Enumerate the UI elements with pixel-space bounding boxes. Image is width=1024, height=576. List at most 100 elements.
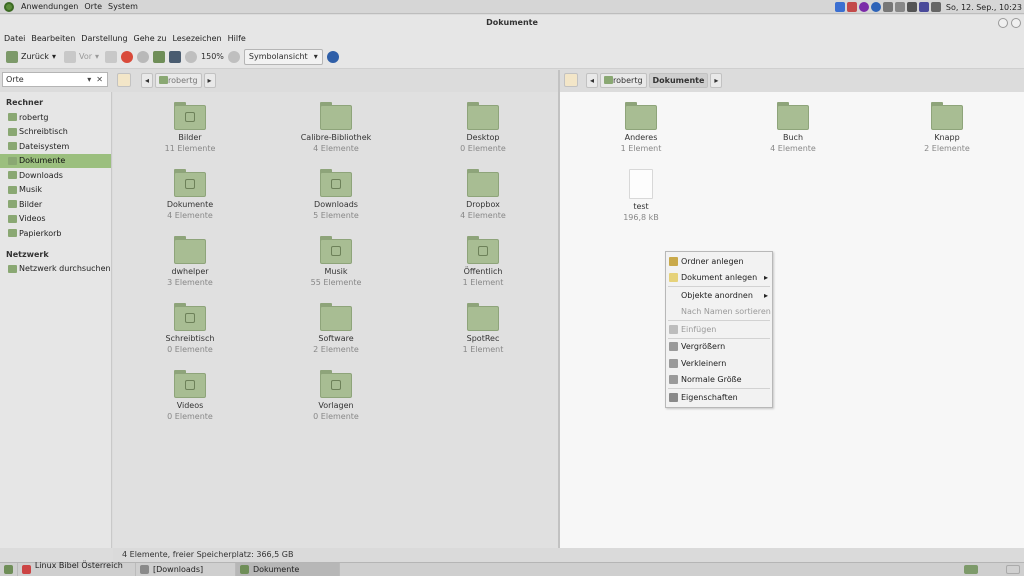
reload-icon[interactable] (137, 50, 150, 63)
chevron-down-icon[interactable]: ▾ (95, 52, 99, 61)
taskbar-button-downloads[interactable]: [Downloads] (136, 563, 236, 576)
network-icon[interactable] (918, 2, 929, 12)
file-item-schreibtisch[interactable]: Schreibtisch 0 Elemente (135, 303, 245, 354)
menu-item-dokument-anlegen[interactable]: Dokument anlegen ▸ (666, 270, 772, 287)
sidebar-item-robertg[interactable]: robertg (0, 110, 111, 125)
sidebar-item-dateisystem[interactable]: Dateisystem (0, 139, 111, 154)
file-item-name: Öffentlich (463, 267, 503, 276)
file-item-bilder[interactable]: Bilder 11 Elemente (135, 102, 245, 153)
app-tray-icon[interactable] (858, 2, 869, 12)
sidebar-type-select[interactable]: Orte ▾ ✕ (2, 72, 108, 87)
volume-icon[interactable] (930, 2, 941, 12)
sidebar-item-dokumente[interactable]: Dokumente (0, 153, 111, 168)
file-item-dwhelper[interactable]: dwhelper 3 Elemente (135, 236, 245, 287)
mint-logo-icon[interactable] (4, 1, 14, 12)
window-icon (140, 565, 149, 574)
computer-icon[interactable] (169, 50, 182, 63)
battery-icon[interactable] (906, 2, 917, 12)
close-icon[interactable]: ✕ (96, 75, 103, 84)
panel-menu-system[interactable]: System (105, 2, 141, 11)
file-item-dokumente[interactable]: Dokumente 4 Elemente (135, 169, 245, 220)
menu-bookmarks[interactable]: Lesezeichen (170, 34, 225, 43)
sidebar-item-papierkorb[interactable]: Papierkorb (0, 226, 111, 241)
clock[interactable]: So, 12. Sep., 10:23 (946, 3, 1022, 12)
sidebar-item-netzwerk-durchsuchen[interactable]: Netzwerk durchsuchen (0, 262, 111, 277)
file-item-vorlagen[interactable]: Vorlagen 0 Elemente (281, 370, 391, 421)
menu-item-vergrößern[interactable]: Vergrößern (666, 339, 772, 356)
search-icon[interactable] (326, 50, 339, 63)
hp-icon[interactable] (870, 2, 881, 12)
forward-button[interactable]: Vor ▾ (62, 48, 101, 66)
menu-item-normale-größe[interactable]: Normale Größe (666, 372, 772, 389)
home-icon[interactable] (153, 50, 166, 63)
update-icon[interactable] (846, 2, 857, 12)
path-button-robertg[interactable]: robertg (600, 72, 647, 88)
path-scroll-left-icon[interactable]: ◂ (141, 72, 154, 88)
chevron-down-icon[interactable]: ▾ (52, 52, 56, 61)
file-item-software[interactable]: Software 2 Elemente (281, 303, 391, 354)
file-item-musik[interactable]: Musik 55 Elemente (281, 236, 391, 287)
panel-menu-places[interactable]: Orte (81, 2, 105, 11)
workspace-switcher-icon[interactable] (964, 565, 978, 574)
path-scroll-left-icon[interactable]: ◂ (586, 72, 599, 88)
right-file-pane[interactable]: Anderes 1 Element Buch 4 Elemente Knapp 2 Ele… (560, 92, 1024, 548)
file-item-desktop[interactable]: Desktop 0 Elemente (428, 102, 538, 153)
panel-menu-applications[interactable]: Anwendungen (18, 2, 81, 11)
lock-icon[interactable] (882, 2, 893, 12)
path-button-dokumente[interactable]: Dokumente (648, 72, 709, 88)
file-item-test[interactable]: test 196,8 kB (586, 169, 696, 222)
taskbar-button-linux-bibel-österreich[interactable]: Linux Bibel Österreich ... (18, 561, 136, 576)
file-item-name: Schreibtisch (165, 334, 215, 343)
menu-item-label: Eigenschaften (681, 392, 738, 402)
bluetooth-icon[interactable] (834, 2, 845, 12)
menu-item-eigenschaften[interactable]: Eigenschaften (666, 389, 772, 406)
folder-icon (8, 171, 17, 180)
file-item-spotrec[interactable]: SpotRec 1 Element (428, 303, 538, 354)
file-item-videos[interactable]: Videos 0 Elemente (135, 370, 245, 421)
window-titlebar[interactable]: Dokumente (0, 15, 1024, 31)
menu-item-objekte-anordnen[interactable]: Objekte anordnen ▸ (666, 287, 772, 304)
left-file-pane[interactable]: Bilder 11 Elemente Calibre-Bibliothek 4 Ele… (113, 92, 558, 548)
edit-location-icon[interactable] (117, 73, 131, 87)
path-scroll-right-icon[interactable]: ▸ (710, 72, 723, 88)
menu-file[interactable]: Datei (2, 34, 29, 43)
menu-view[interactable]: Darstellung (79, 34, 131, 43)
file-item-öffentlich[interactable]: Öffentlich 1 Element (428, 236, 538, 287)
file-item-anderes[interactable]: Anderes 1 Element (586, 102, 696, 153)
up-icon[interactable] (105, 50, 118, 63)
path-button-robertg[interactable]: robertg (155, 72, 202, 88)
view-mode-select[interactable]: Symbolansicht ▾ (243, 48, 323, 65)
show-desktop-button[interactable] (0, 563, 18, 576)
file-item-knapp[interactable]: Knapp 2 Elemente (892, 102, 1002, 153)
zoom-in-icon[interactable] (227, 50, 240, 63)
stop-icon[interactable] (121, 50, 134, 63)
back-label: Zurück (21, 52, 49, 61)
file-item-calibre-bibliothek[interactable]: Calibre-Bibliothek 4 Elemente (281, 102, 391, 153)
sidebar-item-schreibtisch[interactable]: Schreibtisch (0, 125, 111, 140)
chevron-down-icon[interactable]: ▾ (87, 75, 91, 84)
menu-edit[interactable]: Bearbeiten (29, 34, 79, 43)
taskbar-button-dokumente[interactable]: Dokumente (236, 563, 340, 576)
sidebar-item-videos[interactable]: Videos (0, 212, 111, 227)
sidebar-item-musik[interactable]: Musik (0, 183, 111, 198)
menu-go[interactable]: Gehe zu (132, 34, 171, 43)
file-item-dropbox[interactable]: Dropbox 4 Elemente (428, 169, 538, 220)
sidebar-item-bilder[interactable]: Bilder (0, 197, 111, 212)
minimize-icon[interactable] (998, 18, 1008, 28)
trash-applet-icon[interactable] (1006, 565, 1020, 574)
menu-item-verkleinern[interactable]: Verkleinern (666, 355, 772, 372)
zoom-in-icon (669, 342, 678, 352)
edit-location-icon[interactable] (564, 73, 578, 87)
sidebar-item-downloads[interactable]: Downloads (0, 168, 111, 183)
film-icon (185, 380, 195, 390)
zoom-out-icon[interactable] (185, 50, 198, 63)
path-scroll-right-icon[interactable]: ▸ (203, 72, 216, 88)
keyboard-icon[interactable] (894, 2, 905, 12)
file-item-downloads[interactable]: Downloads 5 Elemente (281, 169, 391, 220)
menu-help[interactable]: Hilfe (226, 34, 250, 43)
music-icon (331, 246, 341, 256)
back-button[interactable]: Zurück ▾ (4, 48, 58, 66)
file-item-buch[interactable]: Buch 4 Elemente (738, 102, 848, 153)
menu-item-ordner-anlegen[interactable]: Ordner anlegen (666, 253, 772, 270)
close-icon[interactable] (1011, 18, 1021, 28)
